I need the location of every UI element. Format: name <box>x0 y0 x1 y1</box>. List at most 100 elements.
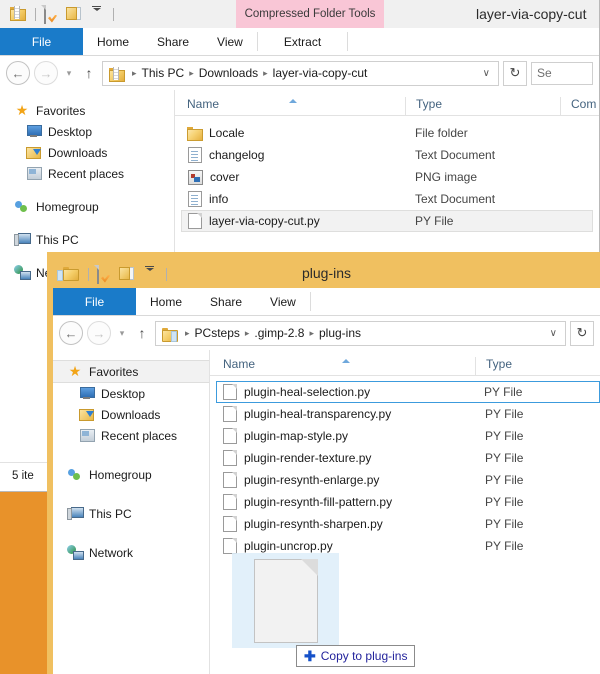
refresh-icon[interactable]: ↻ <box>570 320 594 346</box>
address-field[interactable]: ▸ This PC ▸ Downloads ▸ layer-via-copy-c… <box>102 60 499 86</box>
up-button[interactable]: ↑ <box>133 325 151 341</box>
sidebar-item-favorites[interactable]: ★ Favorites <box>0 100 174 121</box>
breadcrumb[interactable]: ▸ This PC ▸ Downloads ▸ layer-via-copy-c… <box>129 66 476 80</box>
breadcrumb-item-plug-ins[interactable]: plug-ins <box>319 326 361 340</box>
file-type: PY File <box>485 429 524 443</box>
search-input[interactable]: Se <box>531 61 593 85</box>
table-row[interactable]: plugin-resynth-sharpen.py PY File <box>216 513 600 535</box>
tab-home[interactable]: Home <box>83 28 143 55</box>
breadcrumb-item-this-pc[interactable]: This PC <box>142 66 185 80</box>
recent-locations-dropdown[interactable]: ▾ <box>115 328 129 339</box>
back-button[interactable]: ← <box>6 61 30 85</box>
window2-quick-access-toolbar[interactable] <box>57 264 170 284</box>
file-name: plugin-uncrop.py <box>244 539 333 553</box>
properties-icon[interactable] <box>41 4 61 24</box>
window2-navigation-pane[interactable]: ★ Favorites Desktop Downloads Recent pla… <box>53 350 210 674</box>
window2-titlebar[interactable]: plug-ins <box>53 258 600 288</box>
breadcrumb-item-layer-via-copy-cut[interactable]: layer-via-copy-cut <box>273 66 368 80</box>
customize-dropdown-icon[interactable] <box>88 5 105 23</box>
downloads-folder-icon <box>26 145 42 160</box>
forward-button[interactable]: → <box>87 321 111 345</box>
tab-file[interactable]: File <box>0 28 83 55</box>
sidebar-item-downloads[interactable]: Downloads <box>0 142 174 163</box>
sidebar-item-desktop[interactable]: Desktop <box>0 121 174 142</box>
breadcrumb-item-gimp-28[interactable]: .gimp-2.8 <box>254 326 304 340</box>
window1-rows: Locale File folder changelog Text Docume… <box>175 116 599 232</box>
sidebar-item-downloads[interactable]: Downloads <box>53 404 209 425</box>
table-row-selected[interactable]: layer-via-copy-cut.py PY File <box>181 210 593 232</box>
chevron-down-icon[interactable]: ∨ <box>546 328 561 339</box>
py-file-icon <box>223 538 237 554</box>
sidebar-item-recent-places[interactable]: Recent places <box>0 163 174 184</box>
file-name: changelog <box>209 148 265 162</box>
back-button[interactable]: ← <box>59 321 83 345</box>
breadcrumb[interactable]: ▸ PCsteps ▸ .gimp-2.8 ▸ plug-ins <box>182 326 543 340</box>
tab-view[interactable]: View <box>256 288 310 315</box>
py-file-icon <box>223 406 237 422</box>
column-header-compressed-size[interactable]: Com <box>560 97 599 115</box>
plus-icon: ✚ <box>304 648 316 664</box>
address-field[interactable]: ▸ PCsteps ▸ .gimp-2.8 ▸ plug-ins ∨ <box>155 320 566 346</box>
py-file-icon <box>223 428 237 444</box>
table-row[interactable]: plugin-resynth-fill-pattern.py PY File <box>216 491 600 513</box>
window1-address-bar[interactable]: ← → ▾ ↑ ▸ This PC ▸ Downloads ▸ layer-vi… <box>0 56 599 90</box>
tab-home[interactable]: Home <box>136 288 196 315</box>
new-folder-icon[interactable] <box>119 266 136 283</box>
forward-button[interactable]: → <box>34 61 58 85</box>
customize-dropdown-icon[interactable] <box>141 265 158 283</box>
file-name: layer-via-copy-cut.py <box>209 214 320 228</box>
contextual-tab-group-text: Compressed Folder Tools <box>244 8 376 20</box>
folder-icon[interactable] <box>57 266 80 283</box>
sidebar-item-recent-places[interactable]: Recent places <box>53 425 209 446</box>
sidebar-item-homegroup[interactable]: Homegroup <box>0 196 174 217</box>
recent-locations-dropdown[interactable]: ▾ <box>62 68 76 79</box>
window1-titlebar[interactable]: Compressed Folder Tools layer-via-copy-c… <box>0 0 599 28</box>
tab-extract[interactable]: Extract <box>258 28 347 55</box>
properties-icon[interactable] <box>94 264 114 284</box>
tab-share[interactable]: Share <box>196 288 256 315</box>
table-row[interactable]: plugin-map-style.py PY File <box>216 425 600 447</box>
column-header-type[interactable]: Type <box>405 97 560 115</box>
window1-ribbon-tabs[interactable]: File Home Share View Extract <box>0 28 599 56</box>
table-row[interactable]: plugin-heal-transparency.py PY File <box>216 403 600 425</box>
tab-file[interactable]: File <box>53 288 136 315</box>
window1-column-headers[interactable]: Name Type Com <box>175 90 599 116</box>
tab-share[interactable]: Share <box>143 28 203 55</box>
refresh-icon[interactable]: ↻ <box>503 60 527 86</box>
breadcrumb-item-pcsteps[interactable]: PCsteps <box>195 326 240 340</box>
sidebar-item-label: Desktop <box>101 386 146 401</box>
recent-places-icon <box>79 428 95 443</box>
table-row[interactable]: plugin-render-texture.py PY File <box>216 447 600 469</box>
table-row[interactable]: changelog Text Document <box>181 144 593 166</box>
file-name: plugin-resynth-sharpen.py <box>244 517 383 531</box>
window2-column-headers[interactable]: Name Type <box>210 350 600 376</box>
table-row[interactable]: info Text Document <box>181 188 593 210</box>
sidebar-item-homegroup[interactable]: Homegroup <box>53 464 209 485</box>
zip-folder-icon[interactable] <box>10 5 27 23</box>
table-row[interactable]: cover PNG image <box>181 166 593 188</box>
tab-divider <box>309 292 311 311</box>
column-header-name[interactable]: Name <box>210 357 475 375</box>
sidebar-item-network[interactable]: Network <box>53 542 209 563</box>
window2-ribbon-tabs[interactable]: File Home Share View <box>53 288 600 316</box>
column-header-label: Name <box>187 97 220 111</box>
table-row-drop-target[interactable]: plugin-heal-selection.py PY File <box>216 381 600 403</box>
toolbar-divider <box>113 7 114 21</box>
sidebar-item-favorites[interactable]: ★ Favorites <box>53 360 209 383</box>
new-folder-icon[interactable] <box>66 6 83 23</box>
tab-view[interactable]: View <box>203 28 257 55</box>
table-row[interactable]: Locale File folder <box>181 122 593 144</box>
sidebar-item-this-pc[interactable]: This PC <box>53 503 209 524</box>
file-type: PNG image <box>415 170 478 184</box>
breadcrumb-item-downloads[interactable]: Downloads <box>199 66 258 80</box>
sidebar-item-desktop[interactable]: Desktop <box>53 383 209 404</box>
sidebar-item-this-pc[interactable]: This PC <box>0 229 174 250</box>
column-header-name[interactable]: Name <box>175 97 405 115</box>
table-row[interactable]: plugin-resynth-enlarge.py PY File <box>216 469 600 491</box>
window2-address-bar[interactable]: ← → ▾ ↑ ▸ PCsteps ▸ .gimp-2.8 ▸ plug-ins… <box>53 316 600 350</box>
column-header-type[interactable]: Type <box>475 357 600 375</box>
up-button[interactable]: ↑ <box>80 65 98 81</box>
window1-quick-access-toolbar[interactable] <box>10 4 117 24</box>
chevron-down-icon[interactable]: ∨ <box>479 68 494 79</box>
